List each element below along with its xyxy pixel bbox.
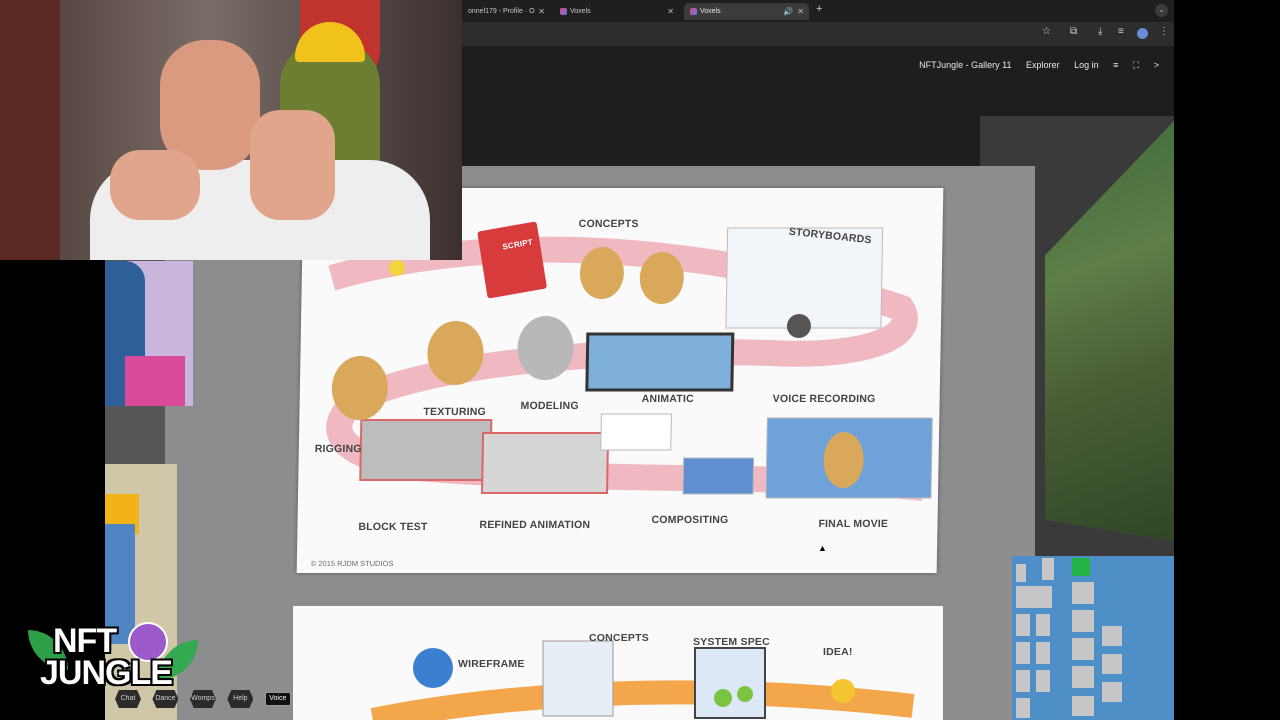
- more-menu-icon[interactable]: ⋮: [1159, 26, 1169, 37]
- voxels-favicon-icon: [690, 7, 697, 15]
- womps-button[interactable]: Womps: [189, 690, 216, 708]
- login-link[interactable]: Log in: [1074, 60, 1099, 70]
- gallery-title[interactable]: NFTJungle - Gallery 11: [919, 60, 1011, 70]
- dance-button[interactable]: Dance: [152, 690, 179, 708]
- media-control-icon[interactable]: ≡: [1118, 26, 1124, 37]
- expand-icon[interactable]: ⛶: [1133, 60, 1139, 70]
- label-refined-animation: REFINED ANIMATION: [479, 519, 591, 531]
- tab-profile[interactable]: onnel179 - Profile · O ✕: [462, 3, 550, 20]
- voxels-favicon-icon: [560, 7, 567, 15]
- label-texturing: TEXTURING: [423, 406, 487, 418]
- extensions-icon[interactable]: ⧉: [1070, 26, 1077, 37]
- close-icon[interactable]: ✕: [797, 3, 804, 20]
- label-block-test: BLOCK TEST: [358, 521, 428, 533]
- browser-tab-bar: onnel179 - Profile · O ✕ Voxels ✕ Voxels…: [462, 0, 1174, 22]
- speaker-icon[interactable]: 🔊: [783, 3, 793, 20]
- help-button[interactable]: Help: [227, 690, 254, 708]
- minimap[interactable]: [1012, 556, 1174, 720]
- close-icon[interactable]: ✕: [667, 3, 674, 20]
- label-compositing: COMPOSITING: [651, 514, 729, 526]
- webcam-overlay: [0, 0, 462, 260]
- label-rigging: RIGGING: [314, 443, 362, 455]
- logo-text-nft: NFT: [53, 622, 117, 660]
- browser-toolbar: ☆ ⧉ ⤓ ≡ ⋮: [462, 22, 1174, 46]
- label-wireframe: WIREFRAME: [458, 658, 525, 670]
- profile-avatar[interactable]: [1137, 28, 1148, 39]
- hamburger-icon[interactable]: ≡: [1113, 60, 1118, 70]
- label-modeling: MODELING: [520, 400, 579, 412]
- mouse-cursor-icon: ▲: [818, 543, 827, 553]
- explorer-link[interactable]: Explorer: [1026, 60, 1060, 70]
- copyright-text: © 2015 RJDM STUDIOS: [310, 559, 394, 568]
- voice-button[interactable]: Voice: [264, 692, 291, 706]
- pipeline-poster-2: WIREFRAME CONCEPTS SYSTEM SPEC IDEA!: [293, 606, 943, 720]
- close-icon[interactable]: ✕: [538, 3, 545, 20]
- player-location-marker: [1072, 558, 1090, 576]
- poster2-path-graphic: [370, 640, 915, 720]
- wall-artwork-comic: [105, 261, 193, 406]
- label-concepts: CONCEPTS: [578, 218, 639, 230]
- tab-voxels-1[interactable]: Voxels ✕: [554, 3, 679, 20]
- label-idea: IDEA!: [823, 646, 853, 658]
- logo-text-jungle: JUNGLE: [40, 654, 173, 692]
- label-concepts-2: CONCEPTS: [589, 632, 649, 644]
- plus-icon[interactable]: +: [816, 3, 822, 15]
- label-final-movie: FINAL MOVIE: [818, 518, 889, 530]
- label-system-spec: SYSTEM SPEC: [693, 636, 770, 648]
- label-voice-recording: VOICE RECORDING: [772, 393, 876, 405]
- site-nav: NFTJungle - Gallery 11 Explorer Log in ≡…: [907, 60, 1159, 71]
- tab-voxels-active[interactable]: Voxels 🔊 ✕: [684, 3, 809, 20]
- chevron-down-icon[interactable]: ⌄: [1155, 4, 1168, 17]
- star-icon[interactable]: ☆: [1042, 26, 1051, 37]
- chat-button[interactable]: Chat: [115, 690, 141, 708]
- bottom-menu: Chat Dance Womps Help Voice: [115, 687, 298, 708]
- label-animatic: ANIMATIC: [641, 393, 694, 405]
- chevron-right-icon[interactable]: >: [1154, 60, 1159, 70]
- download-icon[interactable]: ⤓: [1098, 26, 1102, 37]
